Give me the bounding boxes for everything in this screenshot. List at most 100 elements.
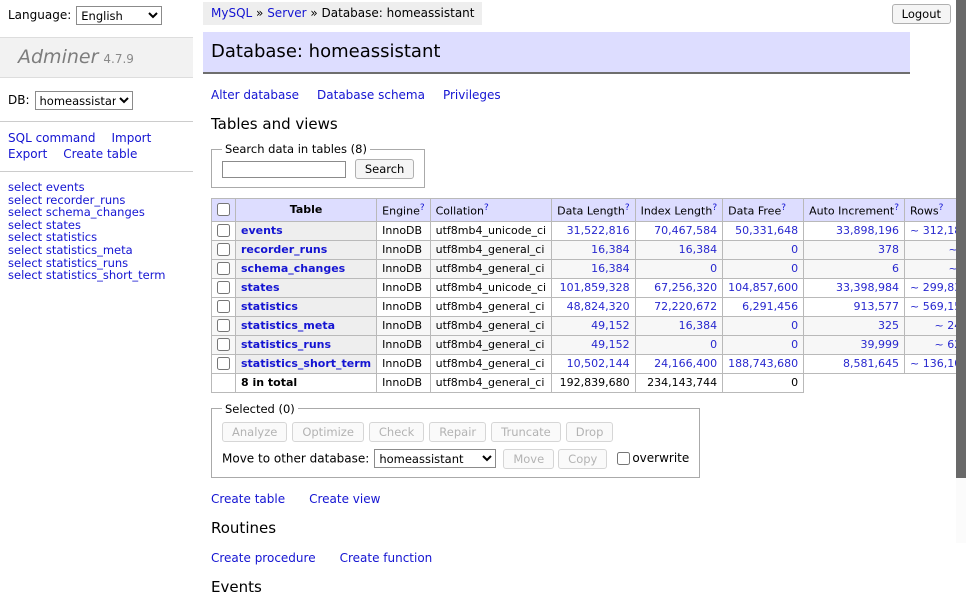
row-checkbox[interactable] bbox=[217, 338, 230, 351]
logout-button[interactable]: Logout bbox=[892, 4, 951, 24]
sidebar-table-link[interactable]: select events bbox=[8, 181, 185, 194]
table-cell: InnoDB bbox=[377, 278, 430, 297]
bulk-action-button[interactable]: Drop bbox=[566, 422, 614, 442]
total-cell: 234,143,744 bbox=[635, 373, 723, 392]
column-header-label: Data Free bbox=[728, 205, 781, 218]
bulk-action-button[interactable]: Truncate bbox=[491, 422, 561, 442]
help-link[interactable]: ? bbox=[781, 203, 786, 213]
help-link[interactable]: ? bbox=[484, 203, 489, 213]
row-checkbox-cell bbox=[212, 335, 236, 354]
help-link[interactable]: ? bbox=[420, 203, 425, 213]
events-heading: Events bbox=[211, 578, 902, 596]
scrollbar-track[interactable] bbox=[956, 0, 966, 543]
bulk-action-button[interactable]: Repair bbox=[429, 422, 486, 442]
table-cell: 188,743,680 bbox=[723, 354, 804, 373]
bulk-action-button[interactable]: Optimize bbox=[292, 422, 364, 442]
search-legend: Search data in tables (8) bbox=[222, 142, 370, 156]
selected-legend: Selected (0) bbox=[222, 402, 298, 416]
language-select[interactable]: English bbox=[76, 6, 162, 25]
row-checkbox[interactable] bbox=[217, 224, 230, 237]
table-cell: 33,398,984 bbox=[804, 278, 905, 297]
total-cell: utf8mb4_general_ci bbox=[430, 373, 551, 392]
routine-create-link[interactable]: Create function bbox=[340, 551, 433, 565]
table-cell: 72,220,672 bbox=[635, 297, 723, 316]
move-button[interactable]: Move bbox=[503, 449, 554, 469]
bulk-action-button[interactable]: Analyze bbox=[222, 422, 287, 442]
row-checkbox[interactable] bbox=[217, 243, 230, 256]
table-name-link[interactable]: schema_changes bbox=[241, 262, 345, 275]
scrollbar-thumb[interactable] bbox=[956, 0, 966, 478]
search-button[interactable]: Search bbox=[355, 159, 415, 179]
table-cell: 378 bbox=[804, 240, 905, 259]
help-link[interactable]: ? bbox=[939, 203, 944, 213]
table-cell: 67,256,320 bbox=[635, 278, 723, 297]
page-title: Database: homeassistant bbox=[203, 32, 910, 74]
table-cell: 16,384 bbox=[635, 316, 723, 335]
column-header-engine: Engine? bbox=[377, 199, 430, 222]
column-header-label: Data Length bbox=[557, 205, 625, 218]
sidebar-table-link[interactable]: select schema_changes bbox=[8, 206, 185, 219]
database-action-link[interactable]: Alter database bbox=[211, 88, 299, 102]
row-checkbox[interactable] bbox=[217, 357, 230, 370]
create-link[interactable]: Create view bbox=[309, 492, 380, 506]
total-cell: 0 bbox=[723, 373, 804, 392]
table-name-link[interactable]: recorder_runs bbox=[241, 243, 327, 256]
row-checkbox[interactable] bbox=[217, 319, 230, 332]
help-link[interactable]: ? bbox=[625, 203, 630, 213]
sidebar-menu-link[interactable]: Import bbox=[111, 131, 151, 145]
database-action-link[interactable]: Privileges bbox=[443, 88, 501, 102]
bulk-action-button[interactable]: Check bbox=[369, 422, 424, 442]
help-link[interactable]: ? bbox=[712, 203, 717, 213]
row-checkbox[interactable] bbox=[217, 300, 230, 313]
overwrite-checkbox[interactable] bbox=[617, 452, 630, 465]
breadcrumb-link[interactable]: MySQL bbox=[211, 6, 252, 20]
table-cell: utf8mb4_general_ci bbox=[430, 335, 551, 354]
tables-heading: Tables and views bbox=[211, 115, 902, 133]
sidebar-table-link[interactable]: select statistics_meta bbox=[8, 244, 185, 257]
language-label: Language: bbox=[8, 8, 71, 22]
db-select[interactable]: homeassistant bbox=[35, 91, 133, 110]
move-database-select[interactable]: homeassistant bbox=[374, 449, 496, 468]
row-checkbox-cell bbox=[212, 240, 236, 259]
routine-create-link[interactable]: Create procedure bbox=[211, 551, 316, 565]
table-cell: 101,859,328 bbox=[552, 278, 635, 297]
select-all-checkbox[interactable] bbox=[217, 203, 230, 216]
table-header-row: TableEngine?Collation?Data Length?Index … bbox=[212, 199, 966, 222]
sidebar-menu: SQL command Import Export Create table bbox=[0, 122, 193, 172]
column-help: ? bbox=[712, 202, 717, 213]
table-row: eventsInnoDButf8mb4_unicode_ci31,522,816… bbox=[212, 221, 966, 240]
table-name-link[interactable]: events bbox=[241, 224, 283, 237]
sidebar-menu-link[interactable]: Create table bbox=[63, 147, 137, 161]
table-cell: 39,999 bbox=[804, 335, 905, 354]
column-header-label: Engine bbox=[382, 205, 420, 218]
table-name-link[interactable]: statistics bbox=[241, 300, 298, 313]
copy-button[interactable]: Copy bbox=[558, 449, 607, 469]
table-cell: 0 bbox=[723, 316, 804, 335]
db-label: DB: bbox=[8, 93, 30, 107]
sidebar-menu-link[interactable]: Export bbox=[8, 147, 47, 161]
table-name-link[interactable]: statistics_short_term bbox=[241, 357, 371, 370]
table-row: statistics_short_termInnoDButf8mb4_gener… bbox=[212, 354, 966, 373]
breadcrumb-link[interactable]: Server bbox=[267, 6, 306, 20]
row-checkbox[interactable] bbox=[217, 262, 230, 275]
table-name-cell: states bbox=[236, 278, 377, 297]
table-cell: 325 bbox=[804, 316, 905, 335]
sidebar-table-link[interactable]: select statistics_short_term bbox=[8, 269, 185, 282]
table-cell: 104,857,600 bbox=[723, 278, 804, 297]
table-name-cell: events bbox=[236, 221, 377, 240]
sidebar-menu-link[interactable]: SQL command bbox=[8, 131, 95, 145]
total-empty-cell bbox=[212, 373, 236, 392]
table-name-link[interactable]: statistics_meta bbox=[241, 319, 335, 332]
table-name-link[interactable]: states bbox=[241, 281, 280, 294]
column-help: ? bbox=[625, 202, 630, 213]
table-name-link[interactable]: statistics_runs bbox=[241, 338, 331, 351]
create-link[interactable]: Create table bbox=[211, 492, 285, 506]
table-cell: 33,898,196 bbox=[804, 221, 905, 240]
search-input[interactable] bbox=[222, 161, 346, 178]
table-cell: 6 bbox=[804, 259, 905, 278]
table-cell: InnoDB bbox=[377, 335, 430, 354]
row-checkbox[interactable] bbox=[217, 281, 230, 294]
table-cell: 24,166,400 bbox=[635, 354, 723, 373]
database-action-link[interactable]: Database schema bbox=[317, 88, 425, 102]
help-link[interactable]: ? bbox=[894, 203, 899, 213]
